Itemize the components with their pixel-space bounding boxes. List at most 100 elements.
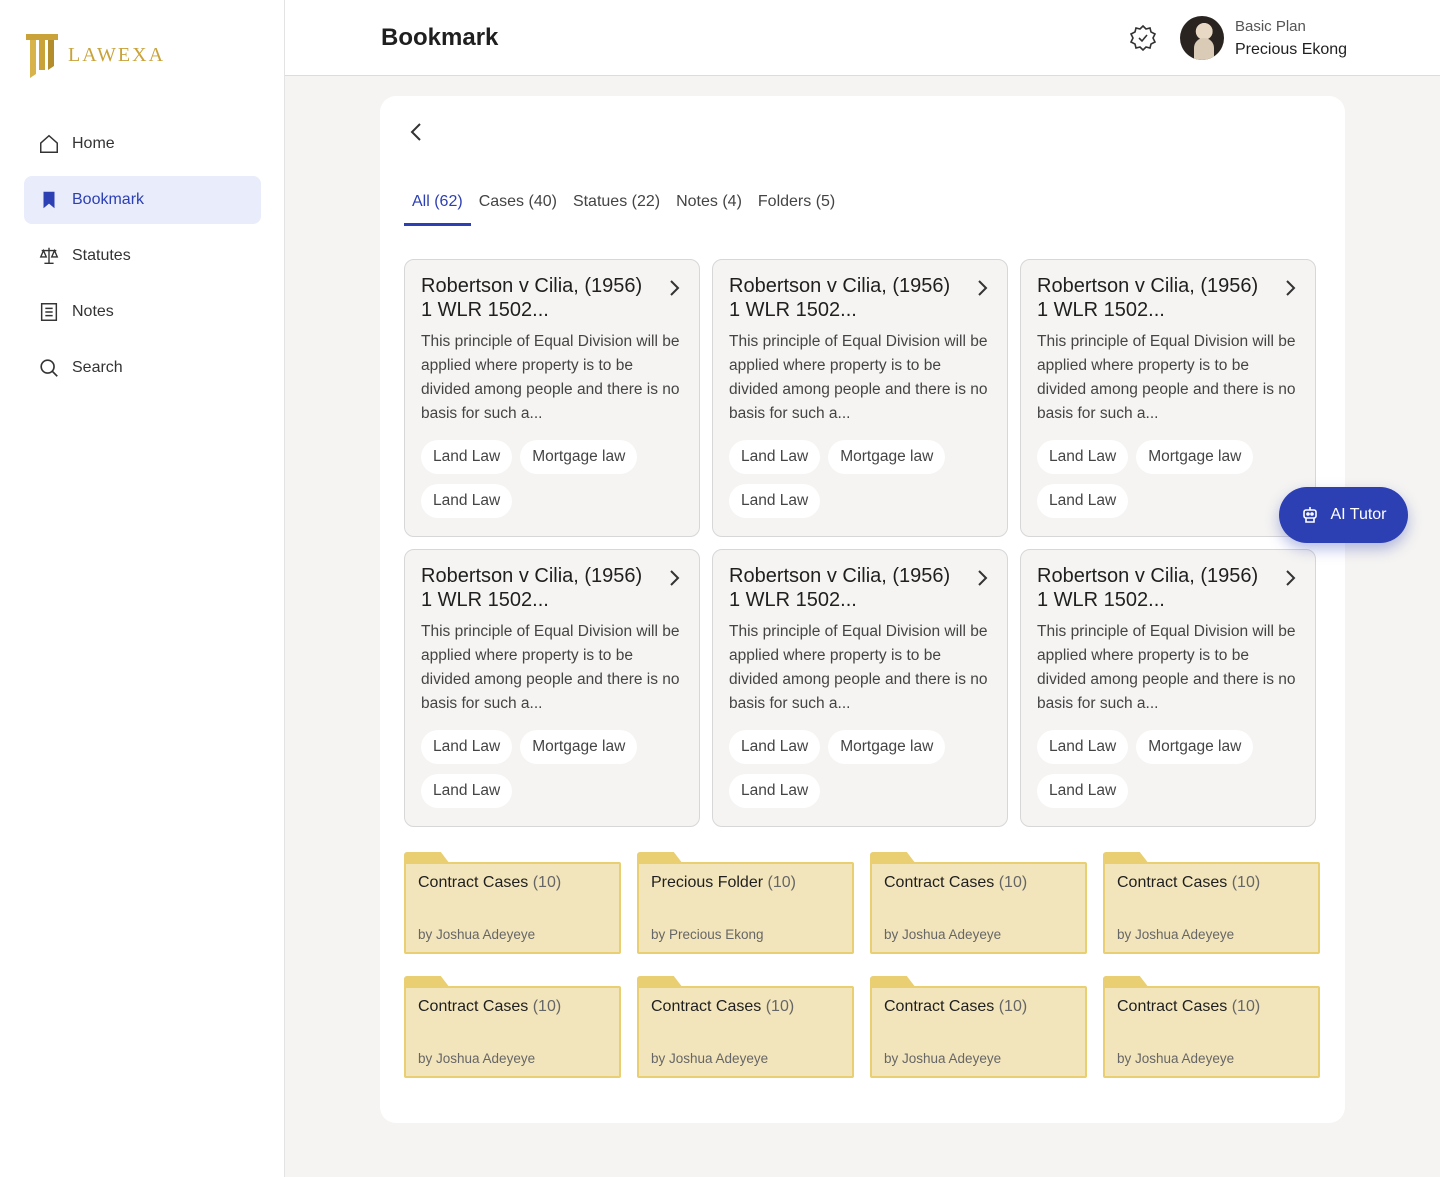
folder-body: Contract Cases (10) by Joshua Adeyeye [404,986,621,1078]
folder-card[interactable]: Precious Folder (10) by Precious Ekong [637,852,854,954]
folder-name: Contract Cases (10) [1117,998,1261,1015]
avatar[interactable] [1180,16,1224,60]
case-description: This principle of Equal Division will be… [421,623,680,712]
folder-card[interactable]: Contract Cases (10) by Joshua Adeyeye [404,852,621,954]
chevron-right-icon [1286,280,1296,296]
tag[interactable]: Land Law [1037,774,1129,808]
search-icon [40,359,58,377]
case-description: This principle of Equal Division will be… [729,623,988,712]
sidebar-item-notes[interactable]: Notes [24,288,261,336]
case-card[interactable]: Robertson v Cilia, (1956) 1 WLR 1502... … [712,549,1008,827]
folder-count: (10) [532,874,562,891]
folder-count: (10) [998,874,1028,891]
tab-notes[interactable]: Notes (4) [668,180,750,226]
folder-count: (10) [532,998,562,1015]
tab-statues[interactable]: Statues (22) [565,180,668,226]
tag[interactable]: Mortgage law [520,440,638,474]
user-plan: Basic Plan [1235,18,1306,35]
folder-body: Contract Cases (10) by Joshua Adeyeye [1103,986,1320,1078]
back-chevron-icon[interactable] [406,120,426,144]
sidebar-item-search[interactable]: Search [24,344,261,392]
sidebar-item-statutes[interactable]: Statutes [24,232,261,280]
case-card[interactable]: Robertson v Cilia, (1956) 1 WLR 1502... … [712,259,1008,537]
folder-owner: by Joshua Adeyeye [418,1051,536,1066]
folder-name: Contract Cases (10) [418,998,562,1015]
tag[interactable]: Land Law [421,440,513,474]
sidebar-item-home[interactable]: Home [24,120,261,168]
case-title: Robertson v Cilia, (1956) 1 WLR 1502... [1037,275,1259,321]
tag[interactable]: Mortgage law [828,730,946,764]
logo[interactable]: LAWEXA [24,30,165,80]
tag[interactable]: Mortgage law [1136,440,1254,474]
case-title: Robertson v Cilia, (1956) 1 WLR 1502... [421,275,643,321]
tab-all[interactable]: All (62) [404,180,471,226]
folder-name: Contract Cases (10) [884,874,1028,891]
bookmark-panel: All (62) Cases (40) Statues (22) Notes (… [380,96,1345,1123]
tab-folders[interactable]: Folders (5) [750,180,843,226]
tag[interactable]: Land Law [1037,484,1129,518]
bookmark-icon [43,191,55,209]
tag[interactable]: Land Law [729,774,821,808]
tag[interactable]: Land Law [1037,730,1129,764]
sidebar-item-bookmark[interactable]: Bookmark [24,176,261,224]
tag[interactable]: Land Law [729,730,821,764]
folder-name: Precious Folder (10) [651,874,796,891]
folder-body: Contract Cases (10) by Joshua Adeyeye [1103,862,1320,954]
case-title: Robertson v Cilia, (1956) 1 WLR 1502... [421,565,643,611]
folder-body: Contract Cases (10) by Joshua Adeyeye [404,862,621,954]
folder-card[interactable]: Contract Cases (10) by Joshua Adeyeye [1103,976,1320,1078]
tag[interactable]: Mortgage law [1136,730,1254,764]
tag[interactable]: Land Law [729,440,821,474]
tag-list: Land Law Mortgage law Land Law [1037,440,1299,518]
folder-count: (10) [767,874,796,891]
tag[interactable]: Land Law [1037,440,1129,474]
folder-name: Contract Cases (10) [884,998,1028,1015]
case-description: This principle of Equal Division will be… [421,333,680,422]
folder-body: Contract Cases (10) by Joshua Adeyeye [870,862,1087,954]
case-card[interactable]: Robertson v Cilia, (1956) 1 WLR 1502... … [1020,549,1316,827]
sidebar-item-label: Statutes [72,247,131,264]
notes-icon [40,303,58,321]
tag-list: Land Law Mortgage law Land Law [421,440,683,518]
case-description: This principle of Equal Division will be… [1037,333,1296,422]
case-title: Robertson v Cilia, (1956) 1 WLR 1502... [1037,565,1259,611]
tag[interactable]: Land Law [729,484,821,518]
ai-tutor-button[interactable]: AI Tutor [1279,487,1408,543]
bookmark-tabs: All (62) Cases (40) Statues (22) Notes (… [404,180,843,226]
folder-count: (10) [1231,998,1261,1015]
sidebar-nav: Home Bookmark Statutes Notes Search [24,120,261,400]
case-card[interactable]: Robertson v Cilia, (1956) 1 WLR 1502... … [404,549,700,827]
settings-badge-icon[interactable] [1128,23,1158,53]
case-title: Robertson v Cilia, (1956) 1 WLR 1502... [729,565,951,611]
sidebar-item-label: Notes [72,303,114,320]
tab-cases[interactable]: Cases (40) [471,180,565,226]
tag[interactable]: Land Law [421,730,513,764]
folder-owner: by Joshua Adeyeye [1117,1051,1235,1066]
sidebar-item-label: Bookmark [72,191,145,208]
tag[interactable]: Land Law [421,484,513,518]
chevron-right-icon [670,280,680,296]
case-description: This principle of Equal Division will be… [1037,623,1296,712]
tag[interactable]: Mortgage law [520,730,638,764]
folder-card[interactable]: Contract Cases (10) by Joshua Adeyeye [637,976,854,1078]
sidebar-item-label: Search [72,359,123,376]
folder-card[interactable]: Contract Cases (10) by Joshua Adeyeye [404,976,621,1078]
folder-count: (10) [765,998,795,1015]
case-card[interactable]: Robertson v Cilia, (1956) 1 WLR 1502... … [404,259,700,537]
folder-body: Contract Cases (10) by Joshua Adeyeye [637,986,854,1078]
chevron-right-icon [978,570,988,586]
chevron-right-icon [670,570,680,586]
sidebar-item-label: Home [72,135,115,152]
tag[interactable]: Land Law [421,774,513,808]
tag-list: Land Law Mortgage law Land Law [421,730,683,808]
folder-name: Contract Cases (10) [651,998,795,1015]
sidebar: LAWEXA Home Bookmark Statutes Notes Sear… [0,0,285,1177]
tag[interactable]: Mortgage law [828,440,946,474]
folder-body: Contract Cases (10) by Joshua Adeyeye [870,986,1087,1078]
case-card[interactable]: Robertson v Cilia, (1956) 1 WLR 1502... … [1020,259,1316,537]
folder-card[interactable]: Contract Cases (10) by Joshua Adeyeye [870,976,1087,1078]
folder-card[interactable]: Contract Cases (10) by Joshua Adeyeye [1103,852,1320,954]
folder-count: (10) [998,998,1028,1015]
folder-card[interactable]: Contract Cases (10) by Joshua Adeyeye [870,852,1087,954]
home-icon [40,134,58,153]
